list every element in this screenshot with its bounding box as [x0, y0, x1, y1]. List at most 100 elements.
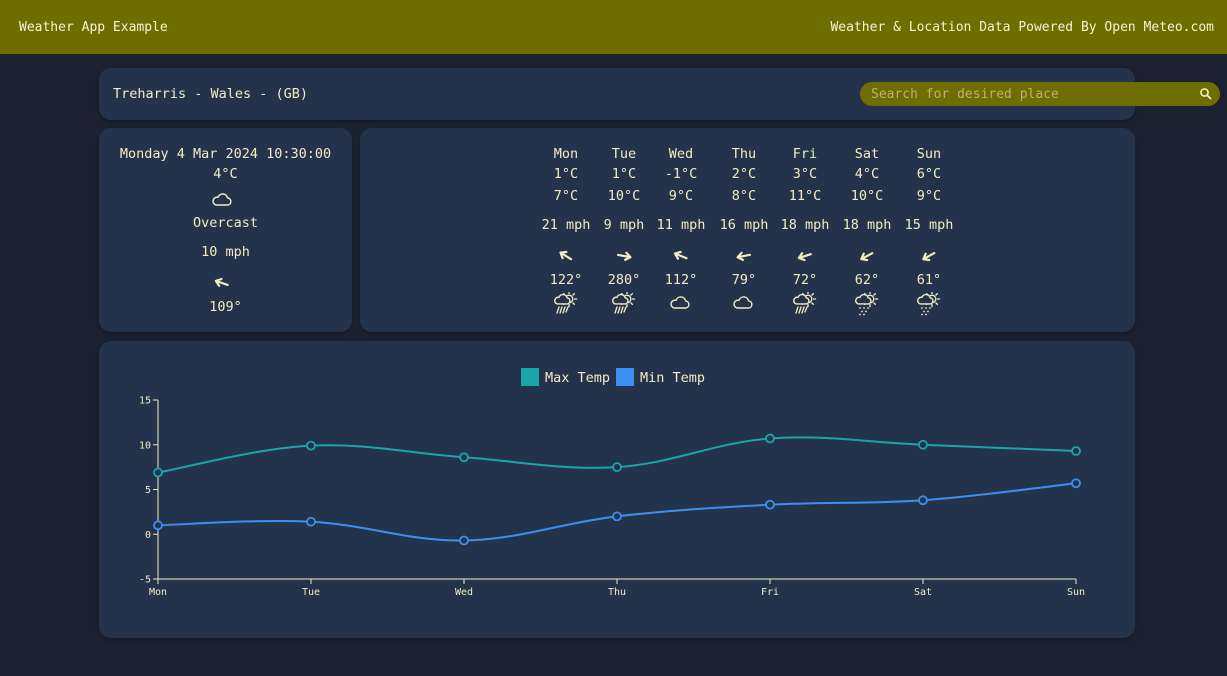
- forecast-day-fri: Fri 3°C 11°C 18 mph 72°: [775, 128, 835, 332]
- forecast-wind-speed: 16 mph: [719, 217, 769, 233]
- forecast-card: Mon 1°C 7°C 21 mph 122° Tue 1°C 10°C 9 mph 280° We…: [360, 128, 1135, 332]
- forecast-max-temp: 10°C: [850, 188, 884, 204]
- forecast-wind-direction: 112°: [664, 272, 698, 288]
- current-weather-card: Monday 4 Mar 2024 10:30:00 4°C Overcast …: [99, 128, 352, 332]
- forecast-wind-direction: 122°: [549, 272, 583, 288]
- wind-direction-arrow-icon: [797, 252, 812, 262]
- current-wind-speed: 10 mph: [201, 244, 250, 260]
- forecast-day-tue: Tue 1°C 10°C 9 mph 280°: [594, 128, 654, 332]
- y-tick-label: 0: [145, 530, 151, 541]
- temperature-chart: Max Temp Min Temp -5 0 5 10 15 Mon Tue Wed Thu Fri S…: [139, 368, 1085, 598]
- data-point[interactable]: [765, 499, 775, 510]
- forecast-max-temp: 10°C: [607, 188, 641, 204]
- forecast-min-temp: 1°C: [553, 166, 579, 182]
- forecast-min-temp: -1°C: [664, 166, 698, 182]
- forecast-day-label: Wed: [668, 146, 694, 162]
- app-header: Weather App Example Weather & Location D…: [0, 0, 1227, 54]
- x-tick-label: Wed: [455, 587, 473, 598]
- data-point[interactable]: [612, 462, 622, 473]
- data-credit: Weather & Location Data Powered By Open …: [830, 19, 1214, 35]
- sun-drizzle-icon: [855, 292, 879, 316]
- forecast-day-label: Tue: [611, 146, 637, 162]
- x-tick-label: Fri: [761, 587, 779, 598]
- forecast-day-label: Mon: [553, 146, 579, 162]
- forecast-min-temp: 1°C: [611, 166, 637, 182]
- current-wind-direction: 109°: [209, 299, 242, 315]
- sun-rain-icon: [793, 292, 817, 314]
- location-bar: Treharris - Wales - (GB): [99, 68, 1220, 120]
- forecast-max-temp: 7°C: [553, 188, 579, 204]
- forecast-max-temp: 11°C: [788, 188, 822, 204]
- data-point[interactable]: [306, 516, 316, 527]
- cloud-icon: [733, 296, 753, 309]
- forecast-day-label: Sun: [916, 146, 942, 162]
- data-point[interactable]: [1071, 446, 1081, 456]
- forecast-max-temp: 8°C: [731, 188, 757, 204]
- search-input[interactable]: [860, 82, 1190, 106]
- forecast-wind-speed: 18 mph: [842, 217, 892, 233]
- data-point[interactable]: [1071, 478, 1081, 489]
- sun-rain-icon: [612, 292, 636, 314]
- temperature-chart-card: Max Temp Min Temp -5 0 5 10 15 Mon Tue Wed Thu Fri S…: [99, 341, 1135, 638]
- forecast-day-sat: Sat 4°C 10°C 18 mph 62°: [837, 128, 897, 332]
- x-tick-label: Mon: [149, 587, 167, 598]
- x-tick-label: Tue: [302, 587, 320, 598]
- forecast-wind-speed: 15 mph: [904, 217, 954, 233]
- wind-direction-arrow-icon: [922, 251, 936, 262]
- data-point[interactable]: [765, 433, 775, 444]
- wind-direction-arrow-icon: [616, 251, 632, 261]
- current-condition: Overcast: [192, 215, 259, 231]
- data-point[interactable]: [918, 439, 928, 450]
- y-tick-label: 5: [145, 485, 151, 496]
- data-point[interactable]: [612, 511, 622, 522]
- forecast-day-sun: Sun 6°C 9°C 15 mph 61°: [899, 128, 959, 332]
- cloud-icon: [670, 296, 690, 309]
- legend-label: Min Temp: [640, 370, 705, 386]
- forecast-day-label: Sat: [854, 146, 880, 162]
- forecast-wind-direction: 62°: [854, 272, 880, 288]
- forecast-min-temp: 2°C: [731, 166, 757, 182]
- wind-direction-arrow-icon: [214, 277, 229, 287]
- forecast-min-temp: 6°C: [916, 166, 942, 182]
- forecast-day-label: Thu: [731, 146, 757, 162]
- y-tick-label: 15: [139, 396, 151, 407]
- forecast-wind-speed: 9 mph: [603, 217, 645, 233]
- legend-swatch: [521, 368, 539, 386]
- wind-direction-arrow-icon: [559, 250, 573, 261]
- forecast-max-temp: 9°C: [668, 188, 694, 204]
- forecast-wind-direction: 61°: [916, 272, 942, 288]
- forecast-day-label: Fri: [792, 146, 818, 162]
- forecast-wind-direction: 72°: [792, 272, 818, 288]
- search-icon[interactable]: [1199, 87, 1213, 101]
- app-title: Weather App Example: [19, 19, 168, 35]
- forecast-wind-speed: 21 mph: [541, 217, 591, 233]
- data-point[interactable]: [153, 520, 163, 531]
- wind-direction-arrow-icon: [860, 252, 874, 262]
- x-tick-label: Sat: [914, 587, 932, 598]
- data-point[interactable]: [459, 452, 469, 463]
- forecast-day-mon: Mon 1°C 7°C 21 mph 122°: [536, 128, 596, 332]
- forecast-wind-speed: 11 mph: [656, 217, 706, 233]
- wind-direction-arrow-icon: [673, 250, 688, 260]
- search-box[interactable]: [860, 82, 1220, 106]
- data-point[interactable]: [306, 440, 316, 451]
- forecast-min-temp: 3°C: [792, 166, 818, 182]
- data-point[interactable]: [918, 495, 928, 506]
- current-temperature: 4°C: [213, 166, 238, 182]
- legend-label: Max Temp: [545, 370, 610, 386]
- data-point[interactable]: [153, 467, 163, 478]
- forecast-wind-speed: 18 mph: [780, 217, 830, 233]
- cloud-icon: [212, 193, 232, 206]
- forecast-wind-direction: 280°: [607, 272, 641, 288]
- forecast-wind-direction: 79°: [731, 272, 757, 288]
- x-tick-label: Thu: [608, 587, 626, 598]
- sun-rain-icon: [554, 292, 578, 314]
- sun-drizzle-icon: [917, 292, 941, 316]
- location-name: Treharris - Wales - (GB): [113, 86, 309, 102]
- forecast-max-temp: 9°C: [916, 188, 942, 204]
- wind-direction-arrow-icon: [736, 251, 751, 261]
- legend-swatch: [616, 368, 634, 386]
- data-point[interactable]: [459, 535, 469, 546]
- x-tick-label: Sun: [1067, 587, 1085, 598]
- forecast-min-temp: 4°C: [854, 166, 880, 182]
